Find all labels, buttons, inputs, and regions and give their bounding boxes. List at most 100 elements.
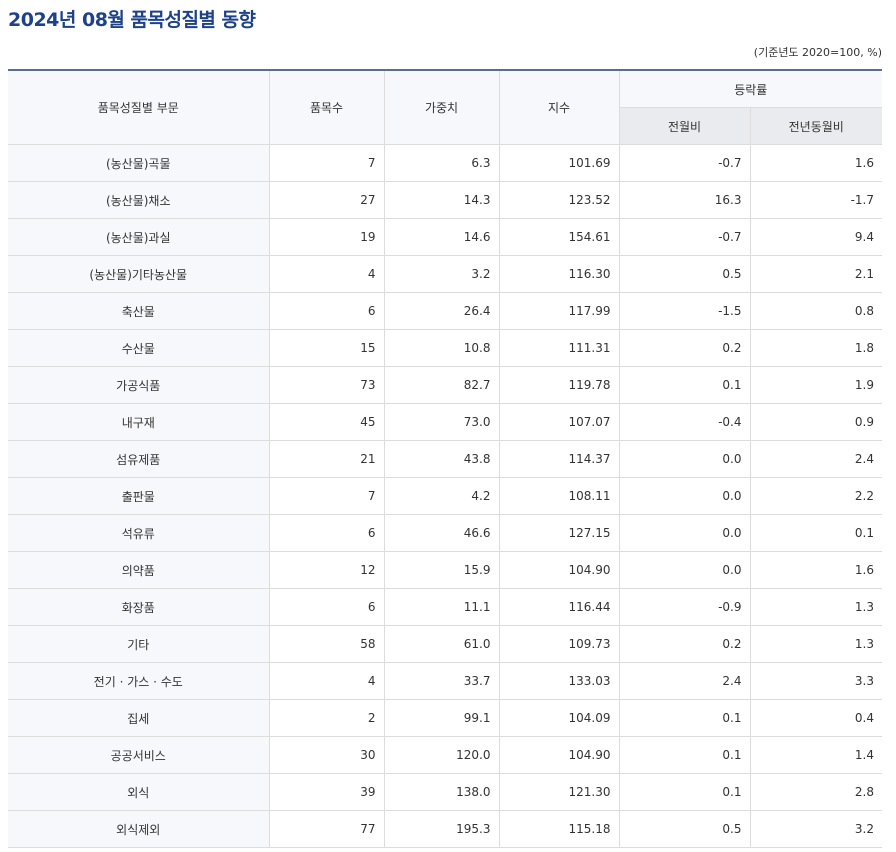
cell-weight: 3.2 xyxy=(384,255,500,293)
cell-yoy: 2.2 xyxy=(750,477,882,515)
cell-weight: 4.2 xyxy=(384,477,500,515)
table-row: 외식제외 77 195.3 115.18 0.5 3.2 xyxy=(8,810,882,848)
cell-mom: 0.0 xyxy=(619,514,751,552)
cell-yoy: 2.4 xyxy=(750,440,882,478)
cell-index: 133.03 xyxy=(499,662,620,700)
cell-item-count: 4 xyxy=(269,662,385,700)
cell-item-count: 77 xyxy=(269,810,385,848)
cell-category: 섬유제품 xyxy=(8,440,270,478)
header-item-count: 품목수 xyxy=(269,69,385,145)
header-mom: 전월비 xyxy=(619,107,751,145)
cell-item-count: 6 xyxy=(269,514,385,552)
cell-mom: -1.5 xyxy=(619,292,751,330)
cell-category: 공공서비스 xyxy=(8,736,270,774)
cell-mom: 0.1 xyxy=(619,366,751,404)
cell-item-count: 15 xyxy=(269,329,385,367)
table-row: 공공서비스 30 120.0 104.90 0.1 1.4 xyxy=(8,736,882,774)
table-body: (농산물)곡물 7 6.3 101.69 -0.7 1.6 (농산물)채소 27 14.3 123… xyxy=(8,144,882,848)
cell-category: (농산물)곡물 xyxy=(8,144,270,182)
cell-mom: -0.7 xyxy=(619,144,751,182)
cell-mom: 0.0 xyxy=(619,477,751,515)
table-row: 내구재 45 73.0 107.07 -0.4 0.9 xyxy=(8,403,882,441)
cell-yoy: 0.4 xyxy=(750,699,882,737)
cell-category: 외식제외 xyxy=(8,810,270,848)
cell-yoy: 1.9 xyxy=(750,366,882,404)
cell-category: 가공식품 xyxy=(8,366,270,404)
cell-weight: 120.0 xyxy=(384,736,500,774)
table-row: 화장품 6 11.1 116.44 -0.9 1.3 xyxy=(8,588,882,626)
cell-yoy: 2.1 xyxy=(750,255,882,293)
cell-item-count: 6 xyxy=(269,292,385,330)
table-row: 전기 · 가스 · 수도 4 33.7 133.03 2.4 3.3 xyxy=(8,662,882,700)
cell-item-count: 6 xyxy=(269,588,385,626)
cell-weight: 195.3 xyxy=(384,810,500,848)
cell-category: (농산물)과실 xyxy=(8,218,270,256)
cell-weight: 14.6 xyxy=(384,218,500,256)
header-index: 지수 xyxy=(499,69,620,145)
cell-weight: 10.8 xyxy=(384,329,500,367)
cell-weight: 61.0 xyxy=(384,625,500,663)
cell-item-count: 45 xyxy=(269,403,385,441)
cell-weight: 138.0 xyxy=(384,773,500,811)
unit-note: (기준년도 2020=100, %) xyxy=(753,46,882,59)
header-category: 품목성질별 부문 xyxy=(8,69,270,145)
cell-index: 114.37 xyxy=(499,440,620,478)
cell-weight: 73.0 xyxy=(384,403,500,441)
cell-index: 108.11 xyxy=(499,477,620,515)
cell-index: 104.90 xyxy=(499,736,620,774)
cell-item-count: 39 xyxy=(269,773,385,811)
cell-yoy: 1.8 xyxy=(750,329,882,367)
cell-item-count: 73 xyxy=(269,366,385,404)
cell-index: 119.78 xyxy=(499,366,620,404)
table-header: 품목성질별 부문 품목수 가중치 지수 등락률 전월비 전년동월비 xyxy=(8,69,882,145)
cell-yoy: 0.9 xyxy=(750,403,882,441)
cell-index: 116.30 xyxy=(499,255,620,293)
cell-index: 127.15 xyxy=(499,514,620,552)
header-yoy: 전년동월비 xyxy=(750,107,882,145)
cell-yoy: 2.8 xyxy=(750,773,882,811)
cell-yoy: 3.3 xyxy=(750,662,882,700)
statistics-table: 품목성질별 부문 품목수 가중치 지수 등락률 전월비 전년동월비 (농산물)곡… xyxy=(8,69,882,848)
cell-index: 104.90 xyxy=(499,551,620,589)
table-row: 수산물 15 10.8 111.31 0.2 1.8 xyxy=(8,329,882,367)
cell-category: 전기 · 가스 · 수도 xyxy=(8,662,270,700)
table-row: 기타 58 61.0 109.73 0.2 1.3 xyxy=(8,625,882,663)
cell-item-count: 7 xyxy=(269,144,385,182)
cell-category: 축산물 xyxy=(8,292,270,330)
cell-index: 111.31 xyxy=(499,329,620,367)
table-row: (농산물)곡물 7 6.3 101.69 -0.7 1.6 xyxy=(8,144,882,182)
cell-yoy: 0.8 xyxy=(750,292,882,330)
cell-index: 154.61 xyxy=(499,218,620,256)
cell-mom: 0.1 xyxy=(619,736,751,774)
cell-category: 화장품 xyxy=(8,588,270,626)
cell-mom: 0.2 xyxy=(619,329,751,367)
cell-mom: 0.0 xyxy=(619,551,751,589)
cell-yoy: -1.7 xyxy=(750,181,882,219)
cell-mom: 0.1 xyxy=(619,699,751,737)
cell-weight: 14.3 xyxy=(384,181,500,219)
cell-index: 115.18 xyxy=(499,810,620,848)
cell-mom: 16.3 xyxy=(619,181,751,219)
cell-item-count: 30 xyxy=(269,736,385,774)
cell-item-count: 27 xyxy=(269,181,385,219)
cell-yoy: 1.3 xyxy=(750,588,882,626)
cell-index: 123.52 xyxy=(499,181,620,219)
table-row: (농산물)과실 19 14.6 154.61 -0.7 9.4 xyxy=(8,218,882,256)
cell-yoy: 0.1 xyxy=(750,514,882,552)
cell-weight: 11.1 xyxy=(384,588,500,626)
cell-category: 수산물 xyxy=(8,329,270,367)
table-row: 가공식품 73 82.7 119.78 0.1 1.9 xyxy=(8,366,882,404)
cell-weight: 43.8 xyxy=(384,440,500,478)
cell-item-count: 58 xyxy=(269,625,385,663)
cell-category: 석유류 xyxy=(8,514,270,552)
cell-yoy: 1.6 xyxy=(750,551,882,589)
cell-weight: 33.7 xyxy=(384,662,500,700)
cell-item-count: 19 xyxy=(269,218,385,256)
cell-mom: 2.4 xyxy=(619,662,751,700)
cell-index: 121.30 xyxy=(499,773,620,811)
cell-category: 외식 xyxy=(8,773,270,811)
cell-index: 117.99 xyxy=(499,292,620,330)
table-row: 석유류 6 46.6 127.15 0.0 0.1 xyxy=(8,514,882,552)
cell-weight: 15.9 xyxy=(384,551,500,589)
cell-mom: 0.5 xyxy=(619,810,751,848)
